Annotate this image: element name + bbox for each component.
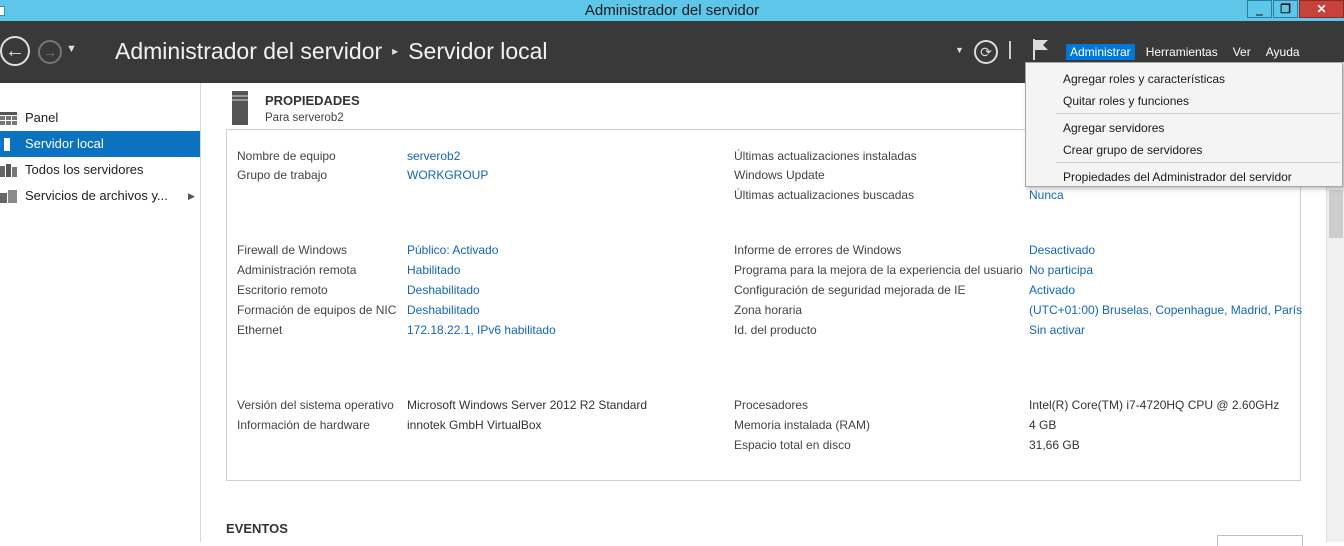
prop-value-time-zone[interactable]: (UTC+01:00) Bruselas, Copenhague, Madrid…: [1029, 303, 1302, 317]
menu-item-create-server-group[interactable]: Crear grupo de servidores: [1063, 143, 1202, 157]
prop-label-ceip: Programa para la mejora de la experienci…: [734, 263, 1023, 277]
prop-value-ram: 4 GB: [1029, 418, 1057, 432]
header-divider: [1009, 41, 1011, 59]
properties-subtitle: Para serverob2: [265, 112, 344, 124]
prop-label-firewall: Firewall de Windows: [237, 243, 348, 257]
sidebar-item-label: Panel: [25, 110, 59, 125]
header-dropdown-icon[interactable]: ▼: [955, 45, 964, 55]
refresh-icon: ⟳: [980, 44, 992, 60]
back-arrow-icon: ←: [5, 40, 25, 62]
sidebar-item-panel[interactable]: Panel: [0, 105, 200, 131]
prop-value-nic-teaming[interactable]: Deshabilitado: [407, 303, 480, 317]
scroll-thumb[interactable]: [1329, 190, 1343, 238]
prop-value-ethernet[interactable]: 172.18.22.1, IPv6 habilitado: [407, 323, 556, 337]
prop-value-firewall[interactable]: Público: Activado: [407, 243, 498, 257]
menu-item-server-manager-properties[interactable]: Propiedades del Administrador del servid…: [1063, 170, 1292, 184]
history-dropdown-icon[interactable]: ▼: [66, 43, 77, 55]
breadcrumb-root[interactable]: Administrador del servidor: [115, 38, 382, 64]
forward-button[interactable]: →: [38, 40, 62, 64]
events-tasks-button[interactable]: [1217, 535, 1303, 546]
prop-label-last-checked-updates: Últimas actualizaciones buscadas: [734, 188, 915, 202]
minimize-button[interactable]: ‗: [1247, 0, 1272, 18]
prop-label-os-version: Versión del sistema operativo: [237, 398, 394, 412]
sidebar-item-label: Todos los servidores: [25, 162, 144, 177]
menu-administrar[interactable]: Administrar: [1066, 44, 1135, 60]
prop-value-os-version: Microsoft Windows Server 2012 R2 Standar…: [407, 398, 648, 412]
sidebar-item-label: Servidor local: [25, 136, 104, 151]
prop-value-computer-name[interactable]: serverob2: [407, 149, 460, 163]
prop-label-nic-teaming: Formación de equipos de NIC: [237, 303, 397, 317]
prop-label-product-id: Id. del producto: [734, 323, 817, 337]
prop-label-ram: Memoria instalada (RAM): [734, 418, 871, 432]
menu-item-add-roles[interactable]: Agregar roles y características: [1063, 72, 1225, 86]
prop-label-last-installed-updates: Últimas actualizaciones instaladas: [734, 149, 917, 163]
breadcrumb-separator-icon: ▸: [392, 44, 399, 58]
prop-label-time-zone: Zona horaria: [734, 303, 803, 317]
prop-value-ie-esc[interactable]: Activado: [1029, 283, 1075, 297]
menu-item-add-servers[interactable]: Agregar servidores: [1063, 121, 1164, 135]
menu-separator: [1056, 113, 1340, 114]
prop-label-ethernet: Ethernet: [237, 323, 283, 337]
prop-label-error-reporting: Informe de errores de Windows: [734, 243, 902, 257]
notifications-flag-icon[interactable]: [1032, 38, 1050, 60]
prop-value-error-reporting[interactable]: Desactivado: [1029, 243, 1095, 257]
prop-label-disk-space: Espacio total en disco: [734, 438, 851, 452]
prop-label-computer-name: Nombre de equipo: [237, 149, 336, 163]
menu-herramientas[interactable]: Herramientas: [1142, 44, 1222, 60]
prop-value-hardware: innotek GmbH VirtualBox: [407, 418, 542, 432]
menu-item-remove-roles[interactable]: Quitar roles y funciones: [1063, 94, 1189, 108]
title-bar: Administrador del servidor ‗ ❐ ✕: [0, 0, 1344, 21]
dashboard-icon: [0, 112, 17, 125]
properties-title: PROPIEDADES: [265, 93, 360, 108]
window-controls: ‗ ❐ ✕: [1246, 0, 1344, 19]
prop-value-remote-desktop[interactable]: Deshabilitado: [407, 283, 480, 297]
prop-label-ie-esc: Configuración de seguridad mejorada de I…: [734, 283, 966, 297]
server-icon: [232, 91, 248, 125]
sidebar-item-file-services[interactable]: Servicios de archivos y... ▶: [0, 183, 200, 209]
prop-value-processors: Intel(R) Core(TM) i7-4720HQ CPU @ 2.60GH…: [1029, 398, 1280, 412]
menu-bar: Administrar Herramientas Ver Ayuda: [1066, 44, 1311, 60]
breadcrumb-current: Servidor local: [408, 38, 548, 64]
events-title: EVENTOS: [226, 521, 288, 536]
menu-separator: [1056, 162, 1340, 163]
sidebar: Panel Servidor local Todos los servidore…: [0, 83, 200, 542]
prop-value-remote-management[interactable]: Habilitado: [407, 263, 460, 277]
prop-label-remote-desktop: Escritorio remoto: [237, 283, 328, 297]
sidebar-item-label: Servicios de archivos y...: [25, 188, 168, 203]
prop-value-disk-space: 31,66 GB: [1029, 438, 1080, 452]
expand-arrow-icon[interactable]: ▶: [188, 183, 195, 209]
prop-value-ceip[interactable]: No participa: [1029, 263, 1093, 277]
sidebar-item-all-servers[interactable]: Todos los servidores: [0, 157, 200, 183]
menu-ver[interactable]: Ver: [1229, 44, 1255, 60]
menu-ayuda[interactable]: Ayuda: [1262, 44, 1304, 60]
prop-value-product-id[interactable]: Sin activar: [1029, 323, 1085, 337]
refresh-button[interactable]: ⟳: [974, 40, 998, 64]
manage-dropdown-menu: Agregar roles y características Quitar r…: [1025, 62, 1343, 187]
back-button[interactable]: ←: [0, 36, 30, 66]
restore-button[interactable]: ❐: [1273, 0, 1298, 18]
file-services-icon: [0, 190, 17, 203]
prop-label-processors: Procesadores: [734, 398, 809, 412]
close-button[interactable]: ✕: [1299, 0, 1344, 18]
system-menu-icon[interactable]: [0, 6, 5, 16]
window-title: Administrador del servidor: [584, 2, 760, 19]
prop-label-workgroup: Grupo de trabajo: [237, 168, 328, 182]
forward-arrow-icon: →: [43, 44, 57, 60]
breadcrumb: Administrador del servidor ▸ Servidor loca…: [115, 38, 548, 65]
prop-value-last-checked-updates[interactable]: Nunca: [1029, 188, 1064, 202]
local-server-icon: [4, 138, 10, 151]
all-servers-icon: [0, 164, 17, 177]
prop-value-workgroup[interactable]: WORKGROUP: [407, 168, 488, 182]
sidebar-item-local-server[interactable]: Servidor local: [0, 131, 200, 157]
prop-label-remote-management: Administración remota: [237, 263, 357, 277]
sidebar-divider: [200, 83, 201, 542]
prop-label-hardware: Información de hardware: [237, 418, 370, 432]
prop-label-windows-update: Windows Update: [734, 168, 825, 182]
